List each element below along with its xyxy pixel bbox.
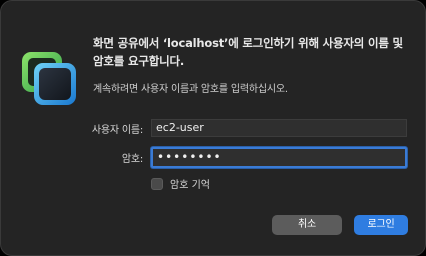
- password-field[interactable]: ••••••••: [151, 147, 407, 168]
- username-field[interactable]: ec2-user: [151, 119, 407, 137]
- screen-sharing-icon: [19, 49, 81, 109]
- remember-password-option[interactable]: 암호 기억: [151, 176, 210, 191]
- password-label: 암호:: [121, 154, 143, 165]
- username-label: 사용자 이름:: [91, 125, 143, 136]
- login-button[interactable]: 로그인: [354, 215, 408, 235]
- login-dialog: 화면 공유에서 ‘localhost’에 로그인하기 위해 사용자의 이름 및 …: [0, 0, 426, 256]
- remember-password-label: 암호 기억: [170, 180, 210, 191]
- dialog-message: 화면 공유에서 ‘localhost’에 로그인하기 위해 사용자의 이름 및 …: [93, 36, 403, 68]
- cancel-button[interactable]: 취소: [272, 215, 342, 235]
- remember-password-checkbox[interactable]: [151, 177, 163, 190]
- dialog-submessage: 계속하려면 사용자 이름과 암호를 입력하십시오.: [93, 84, 288, 95]
